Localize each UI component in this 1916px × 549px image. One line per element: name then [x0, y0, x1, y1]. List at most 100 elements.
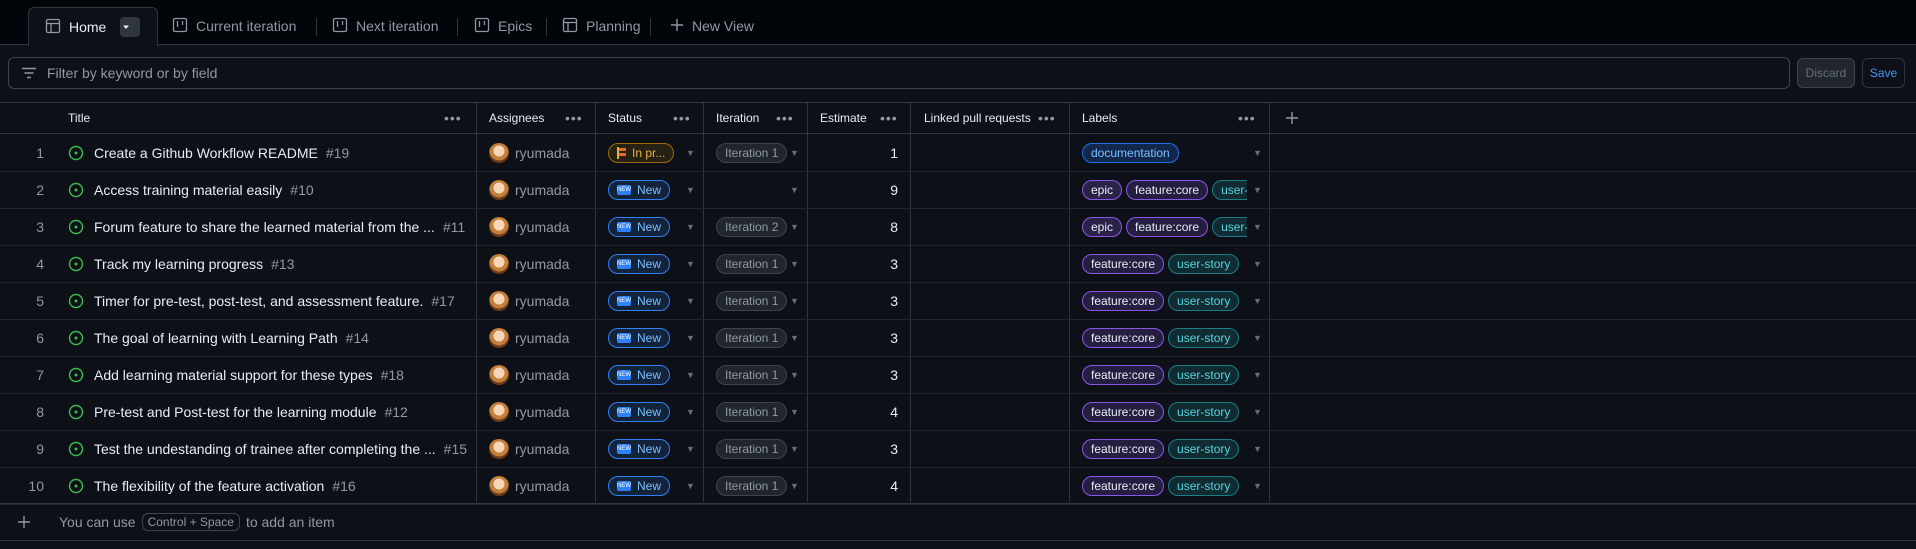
column-menu-icon[interactable]: •••	[673, 110, 691, 126]
labels-cell[interactable]: feature:core user-story	[1082, 467, 1247, 504]
labels-cell[interactable]: epicfeature:coreuser-s	[1082, 171, 1247, 208]
iteration-dropdown-icon[interactable]: ▼	[790, 296, 799, 306]
iteration-dropdown-icon[interactable]: ▼	[790, 370, 799, 380]
iteration-cell[interactable]: Iteration 1	[716, 430, 788, 467]
column-menu-icon[interactable]: •••	[444, 110, 462, 126]
column-header-estimate[interactable]: Estimate •••	[820, 103, 910, 133]
iteration-cell[interactable]: Iteration 1	[716, 282, 788, 319]
labels-dropdown-icon[interactable]: ▼	[1253, 148, 1262, 158]
iteration-cell[interactable]: Iteration 1	[716, 245, 788, 282]
linked-prs-cell[interactable]	[924, 319, 1064, 356]
issue-title-link[interactable]: The goal of learning with Learning Path	[94, 330, 338, 346]
column-menu-icon[interactable]: •••	[1238, 110, 1256, 126]
issue-title-link[interactable]: The flexibility of the feature activatio…	[94, 478, 324, 494]
status-dropdown-icon[interactable]: ▼	[686, 259, 695, 269]
assignee-cell[interactable]: ryumada	[489, 430, 569, 467]
tab-next-iteration[interactable]: Next iteration	[332, 8, 438, 44]
issue-title-link[interactable]: Pre-test and Post-test for the learning …	[94, 404, 376, 420]
labels-dropdown-icon[interactable]: ▼	[1253, 296, 1262, 306]
plus-icon[interactable]	[17, 515, 31, 529]
iteration-dropdown-icon[interactable]: ▼	[790, 148, 799, 158]
add-field-button[interactable]	[1285, 103, 1305, 133]
discard-button[interactable]: Discard	[1797, 58, 1855, 88]
table-row[interactable]: 4 Track my learning progress #13 ryumada…	[0, 245, 1916, 283]
issue-cell[interactable]: Add learning material support for these …	[68, 356, 404, 393]
status-cell[interactable]: NEW New	[608, 393, 671, 430]
assignee-cell[interactable]: ryumada	[489, 134, 569, 171]
issue-cell[interactable]: Test the undestanding of trainee after c…	[68, 430, 467, 467]
tab-home[interactable]: Home	[28, 7, 158, 46]
estimate-cell[interactable]: 8	[820, 208, 898, 245]
table-row[interactable]: 3 Forum feature to share the learned mat…	[0, 208, 1916, 246]
status-cell[interactable]: NEW New	[608, 319, 671, 356]
labels-dropdown-icon[interactable]: ▼	[1253, 259, 1262, 269]
linked-prs-cell[interactable]	[924, 467, 1064, 504]
status-dropdown-icon[interactable]: ▼	[686, 481, 695, 491]
tab-planning[interactable]: Planning	[562, 8, 641, 44]
iteration-cell[interactable]: Iteration 1	[716, 393, 788, 430]
iteration-dropdown-icon[interactable]: ▼	[790, 444, 799, 454]
issue-title-link[interactable]: Create a Github Workflow README	[94, 145, 318, 161]
estimate-cell[interactable]: 3	[820, 319, 898, 356]
status-dropdown-icon[interactable]: ▼	[686, 296, 695, 306]
issue-title-link[interactable]: Add learning material support for these …	[94, 367, 373, 383]
status-cell[interactable]: NEW New	[608, 208, 671, 245]
estimate-cell[interactable]: 3	[820, 430, 898, 467]
iteration-cell[interactable]: Iteration 1	[716, 319, 788, 356]
issue-cell[interactable]: The goal of learning with Learning Path …	[68, 319, 369, 356]
assignee-cell[interactable]: ryumada	[489, 393, 569, 430]
column-header-title[interactable]: Title •••	[68, 103, 468, 133]
issue-cell[interactable]: Forum feature to share the learned mater…	[68, 208, 465, 245]
assignee-cell[interactable]: ryumada	[489, 171, 569, 208]
iteration-cell[interactable]: Iteration 1	[716, 467, 788, 504]
column-header-iteration[interactable]: Iteration •••	[716, 103, 806, 133]
labels-cell[interactable]: feature:core user-story	[1082, 282, 1247, 319]
column-menu-icon[interactable]: •••	[880, 110, 898, 126]
iteration-dropdown-icon[interactable]: ▼	[790, 333, 799, 343]
labels-cell[interactable]: feature:core user-story	[1082, 430, 1247, 467]
linked-prs-cell[interactable]	[924, 134, 1064, 171]
table-row[interactable]: 7 Add learning material support for thes…	[0, 356, 1916, 394]
estimate-cell[interactable]: 1	[820, 134, 898, 171]
view-options-button[interactable]	[120, 17, 141, 37]
assignee-cell[interactable]: ryumada	[489, 467, 569, 504]
labels-cell[interactable]: feature:core user-story	[1082, 393, 1247, 430]
column-header-labels[interactable]: Labels •••	[1082, 103, 1262, 133]
status-cell[interactable]: NEW New	[608, 356, 671, 393]
labels-cell[interactable]: feature:core user-story	[1082, 245, 1247, 282]
issue-cell[interactable]: Timer for pre-test, post-test, and asses…	[68, 282, 455, 319]
status-dropdown-icon[interactable]: ▼	[686, 444, 695, 454]
column-header-assignees[interactable]: Assignees •••	[489, 103, 589, 133]
labels-dropdown-icon[interactable]: ▼	[1253, 185, 1262, 195]
status-dropdown-icon[interactable]: ▼	[686, 407, 695, 417]
column-menu-icon[interactable]: •••	[1038, 110, 1056, 126]
new-view-button[interactable]: New View	[670, 8, 754, 44]
status-cell[interactable]: NEW New	[608, 282, 671, 319]
status-dropdown-icon[interactable]: ▼	[686, 148, 695, 158]
column-menu-icon[interactable]: •••	[565, 110, 583, 126]
issue-cell[interactable]: Pre-test and Post-test for the learning …	[68, 393, 408, 430]
table-row[interactable]: 1 Create a Github Workflow README #19 ry…	[0, 134, 1916, 172]
issue-cell[interactable]: Create a Github Workflow README #19	[68, 134, 349, 171]
status-cell[interactable]: NEW New	[608, 430, 671, 467]
labels-dropdown-icon[interactable]: ▼	[1253, 370, 1262, 380]
table-row[interactable]: 2 Access training material easily #10 ry…	[0, 171, 1916, 209]
status-cell[interactable]: NEW New	[608, 171, 671, 208]
issue-title-link[interactable]: Access training material easily	[94, 182, 282, 198]
iteration-dropdown-icon[interactable]: ▼	[790, 259, 799, 269]
issue-cell[interactable]: Track my learning progress #13	[68, 245, 294, 282]
status-dropdown-icon[interactable]: ▼	[686, 185, 695, 195]
linked-prs-cell[interactable]	[924, 171, 1064, 208]
issue-cell[interactable]: The flexibility of the feature activatio…	[68, 467, 356, 504]
status-cell[interactable]: NEW New	[608, 245, 671, 282]
status-dropdown-icon[interactable]: ▼	[686, 222, 695, 232]
iteration-dropdown-icon[interactable]: ▼	[790, 222, 799, 232]
linked-prs-cell[interactable]	[924, 208, 1064, 245]
issue-cell[interactable]: Access training material easily #10	[68, 171, 314, 208]
estimate-cell[interactable]: 3	[820, 356, 898, 393]
estimate-cell[interactable]: 4	[820, 467, 898, 504]
labels-dropdown-icon[interactable]: ▼	[1253, 444, 1262, 454]
labels-cell[interactable]: documentation	[1082, 134, 1247, 171]
iteration-dropdown-icon[interactable]: ▼	[790, 185, 799, 195]
labels-dropdown-icon[interactable]: ▼	[1253, 333, 1262, 343]
